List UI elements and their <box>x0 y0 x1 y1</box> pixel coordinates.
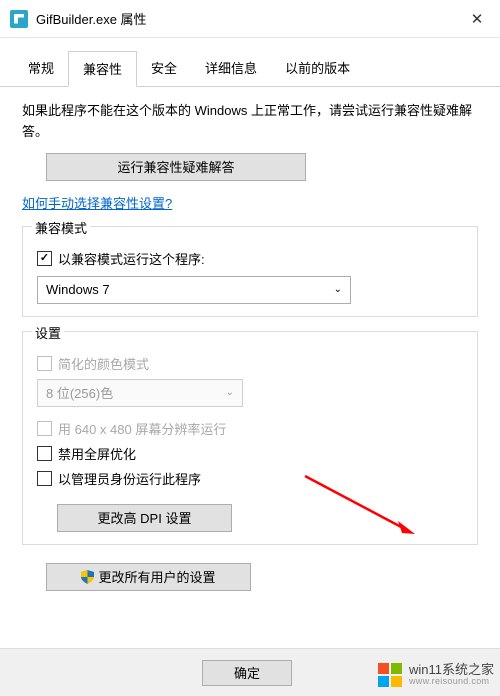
change-dpi-button[interactable]: 更改高 DPI 设置 <box>57 504 232 532</box>
tab-security[interactable]: 安全 <box>137 51 191 87</box>
lowres-label: 用 640 x 480 屏幕分辨率运行 <box>58 419 226 438</box>
run-as-admin-row: 以管理员身份运行此程序 <box>37 469 463 488</box>
tab-details[interactable]: 详细信息 <box>191 51 271 87</box>
intro-text: 如果此程序不能在这个版本的 Windows 上正常工作，请尝试运行兼容性疑难解答… <box>22 101 478 143</box>
reduced-color-select: 8 位(256)色 ⌄ <box>37 379 243 407</box>
reduced-color-value: 8 位(256)色 <box>46 383 113 402</box>
titlebar: GifBuilder.exe 属性 ✕ <box>0 0 500 38</box>
disable-fullscreen-checkbox[interactable] <box>37 446 52 461</box>
compat-mode-label: 以兼容模式运行这个程序: <box>58 249 205 268</box>
tab-bar: 常规 兼容性 安全 详细信息 以前的版本 <box>0 38 500 87</box>
manual-settings-link[interactable]: 如何手动选择兼容性设置? <box>22 193 172 212</box>
compat-mode-row: 以兼容模式运行这个程序: <box>37 249 463 268</box>
close-button[interactable]: ✕ <box>454 0 500 38</box>
compat-mode-group: 兼容模式 以兼容模式运行这个程序: Windows 7 ⌄ <box>22 226 478 317</box>
settings-legend: 设置 <box>32 323 64 342</box>
compat-mode-legend: 兼容模式 <box>32 218 90 237</box>
tab-content: 如果此程序不能在这个版本的 Windows 上正常工作，请尝试运行兼容性疑难解答… <box>0 87 500 601</box>
app-icon <box>10 10 28 28</box>
settings-group: 设置 简化的颜色模式 8 位(256)色 ⌄ 用 640 x 480 屏幕分辨率… <box>22 331 478 545</box>
run-as-admin-label: 以管理员身份运行此程序 <box>58 469 201 488</box>
dialog-footer: 确定 取消 应用 <box>0 648 500 696</box>
compat-mode-checkbox[interactable] <box>37 251 52 266</box>
run-as-admin-checkbox[interactable] <box>37 471 52 486</box>
lowres-checkbox[interactable] <box>37 421 52 436</box>
tab-previous-versions[interactable]: 以前的版本 <box>271 51 364 87</box>
tab-compatibility[interactable]: 兼容性 <box>68 51 137 87</box>
run-troubleshooter-button[interactable]: 运行兼容性疑难解答 <box>46 153 306 181</box>
reduced-color-checkbox[interactable] <box>37 356 52 371</box>
change-all-users-button[interactable]: 更改所有用户的设置 <box>46 563 251 591</box>
chevron-down-icon: ⌄ <box>334 284 342 295</box>
chevron-down-icon: ⌄ <box>226 387 234 398</box>
compat-os-select[interactable]: Windows 7 ⌄ <box>37 276 351 304</box>
reduced-color-label: 简化的颜色模式 <box>58 354 149 373</box>
compat-os-value: Windows 7 <box>46 282 110 297</box>
tab-general[interactable]: 常规 <box>14 51 68 87</box>
ok-button[interactable]: 确定 <box>202 660 292 686</box>
change-all-users-label: 更改所有用户的设置 <box>98 567 215 586</box>
window-title: GifBuilder.exe 属性 <box>36 9 454 28</box>
disable-fullscreen-row: 禁用全屏优化 <box>37 444 463 463</box>
shield-icon <box>81 570 94 584</box>
lowres-row: 用 640 x 480 屏幕分辨率运行 <box>37 419 463 438</box>
reduced-color-row: 简化的颜色模式 <box>37 354 463 373</box>
disable-fullscreen-label: 禁用全屏优化 <box>58 444 136 463</box>
